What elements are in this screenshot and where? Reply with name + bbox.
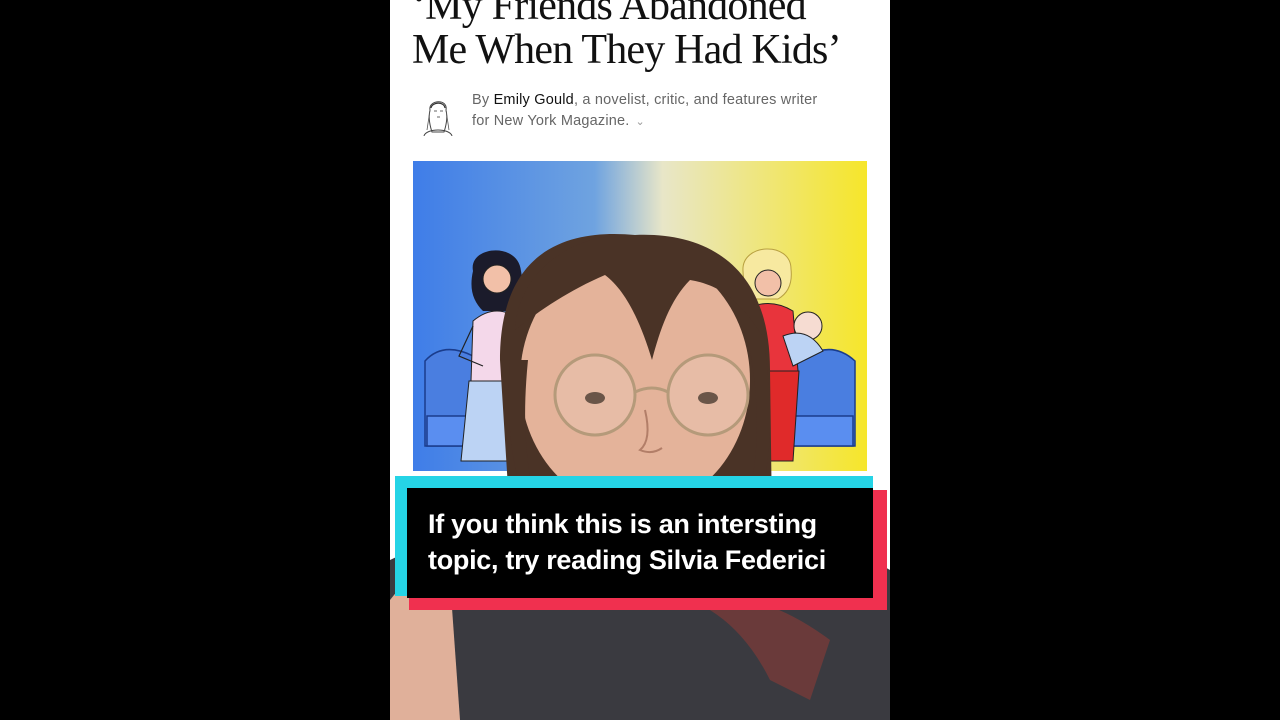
author-name-link[interactable]: Emily Gould — [494, 92, 574, 108]
article-hero-illustration — [413, 161, 867, 471]
article-screenshot: ‘My Friends Abandoned Me When They Had K… — [390, 0, 890, 471]
headline-line-1: ‘My Friends Abandoned — [412, 0, 807, 29]
headline-line-2: Me When They Had Kids’ — [412, 27, 842, 73]
article-headline: ‘My Friends Abandoned Me When They Had K… — [412, 0, 872, 72]
video-frame[interactable]: ‘My Friends Abandoned Me When They Had K… — [390, 0, 890, 720]
author-description: , a novelist, critic, and features write… — [573, 92, 818, 108]
caption-overlay: If you think this is an intersting topic… — [395, 476, 887, 610]
article-byline: By Emily Gould, a novelist, critic, and … — [472, 90, 872, 133]
byline-prefix: By — [472, 92, 494, 108]
caption-text: If you think this is an intersting topic… — [428, 509, 826, 575]
chevron-down-icon[interactable]: ⌄ — [636, 116, 645, 128]
author-publication: for New York Magazine. — [472, 113, 630, 129]
author-avatar — [418, 92, 458, 137]
